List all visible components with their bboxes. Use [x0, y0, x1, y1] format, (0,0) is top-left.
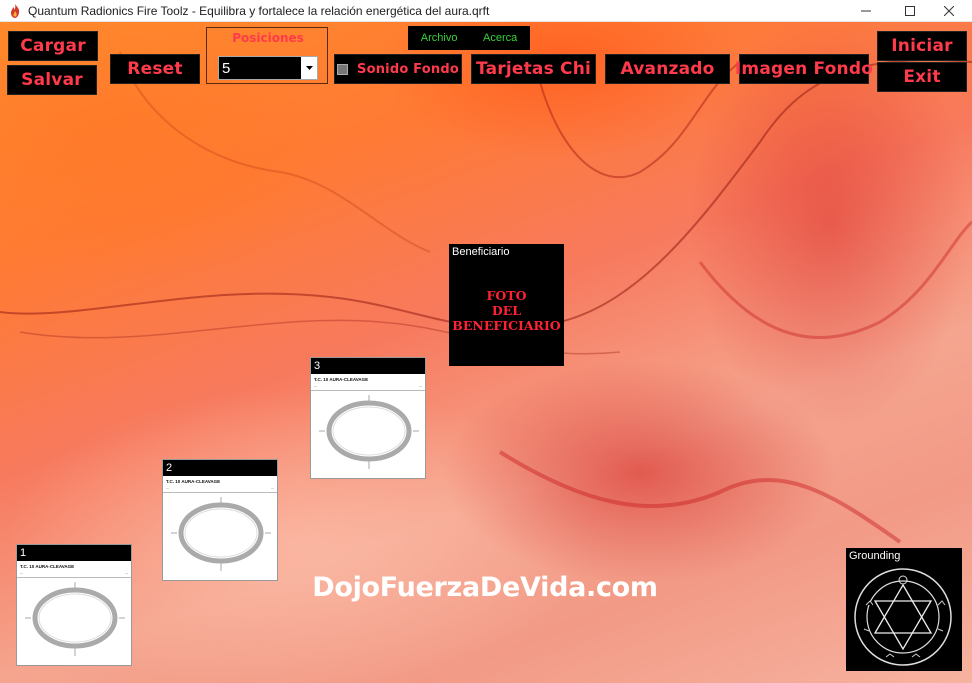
chevron-down-icon[interactable] [301, 57, 317, 79]
posiciones-select[interactable]: 5 [218, 56, 318, 80]
card-title: T.C. 10 AURA-CLEAVAGE [20, 564, 75, 569]
posiciones-value: 5 [222, 59, 231, 77]
beneficiario-photo-placeholder: FOTO DEL BENEFICIARIO [449, 288, 564, 333]
posiciones-label: Posiciones [232, 31, 304, 45]
beneficiario-label: Beneficiario [452, 246, 510, 258]
watermark-text: DojoFuerzaDeVida.com [312, 572, 658, 603]
sonido-fondo-toggle[interactable]: Sonido Fondo [334, 54, 462, 84]
app-flame-icon [6, 2, 24, 20]
cargar-button[interactable]: Cargar [8, 31, 98, 61]
menu-bar: Archivo Acerca [408, 26, 530, 50]
sonido-fondo-label: Sonido Fondo [357, 61, 459, 77]
seal-pentacle-icon [854, 568, 952, 666]
photo-line-3: BENEFICIARIO [452, 318, 561, 333]
title-bar: Quantum Radionics Fire Toolz - Equilibra… [0, 0, 972, 22]
menu-acerca[interactable]: Acerca [483, 32, 517, 44]
card-title: T.C. 10 AURA-CLEAVAGE [166, 479, 221, 484]
card-subline: — — [17, 569, 131, 578]
photo-line-2: DEL [491, 303, 522, 318]
card-number: 1 [17, 545, 131, 561]
aura-ring-icon [171, 497, 271, 571]
sonido-fondo-checkbox[interactable] [337, 63, 349, 75]
posiciones-group: Posiciones 5 [206, 27, 328, 84]
photo-line-1: FOTO [486, 288, 527, 303]
close-icon[interactable] [926, 0, 972, 22]
card-title: T.C. 10 AURA-CLEAVAGE [314, 377, 369, 382]
reset-button[interactable]: Reset [110, 54, 200, 84]
imagen-fondo-button[interactable]: Imagen Fondo [735, 54, 873, 84]
beneficiario-panel[interactable]: Beneficiario FOTO DEL BENEFICIARIO [449, 244, 564, 366]
menu-archivo[interactable]: Archivo [421, 32, 458, 44]
aura-ring-icon [319, 395, 419, 469]
exit-button[interactable]: Exit [877, 62, 967, 92]
chi-card-3[interactable]: 3 T.C. 10 AURA-CLEAVAGE — — [310, 357, 426, 479]
grounding-panel[interactable]: Grounding [846, 548, 962, 671]
iniciar-button[interactable]: Iniciar [877, 31, 967, 61]
window-title: Quantum Radionics Fire Toolz - Equilibra… [28, 3, 490, 18]
card-number: 3 [311, 358, 425, 374]
avanzado-button[interactable]: Avanzado [605, 54, 730, 84]
card-subline: — — [311, 382, 425, 391]
tarjetas-chi-button[interactable]: Tarjetas Chi [471, 54, 596, 84]
minimize-icon[interactable] [843, 0, 889, 22]
card-number: 2 [163, 460, 277, 476]
salvar-button[interactable]: Salvar [7, 65, 97, 95]
aura-ring-icon [25, 582, 125, 656]
chi-card-1[interactable]: 1 T.C. 10 AURA-CLEAVAGE — — [16, 544, 132, 666]
chi-card-2[interactable]: 2 T.C. 10 AURA-CLEAVAGE — — [162, 459, 278, 581]
card-subline: — — [163, 484, 277, 493]
grounding-label: Grounding [849, 550, 901, 562]
